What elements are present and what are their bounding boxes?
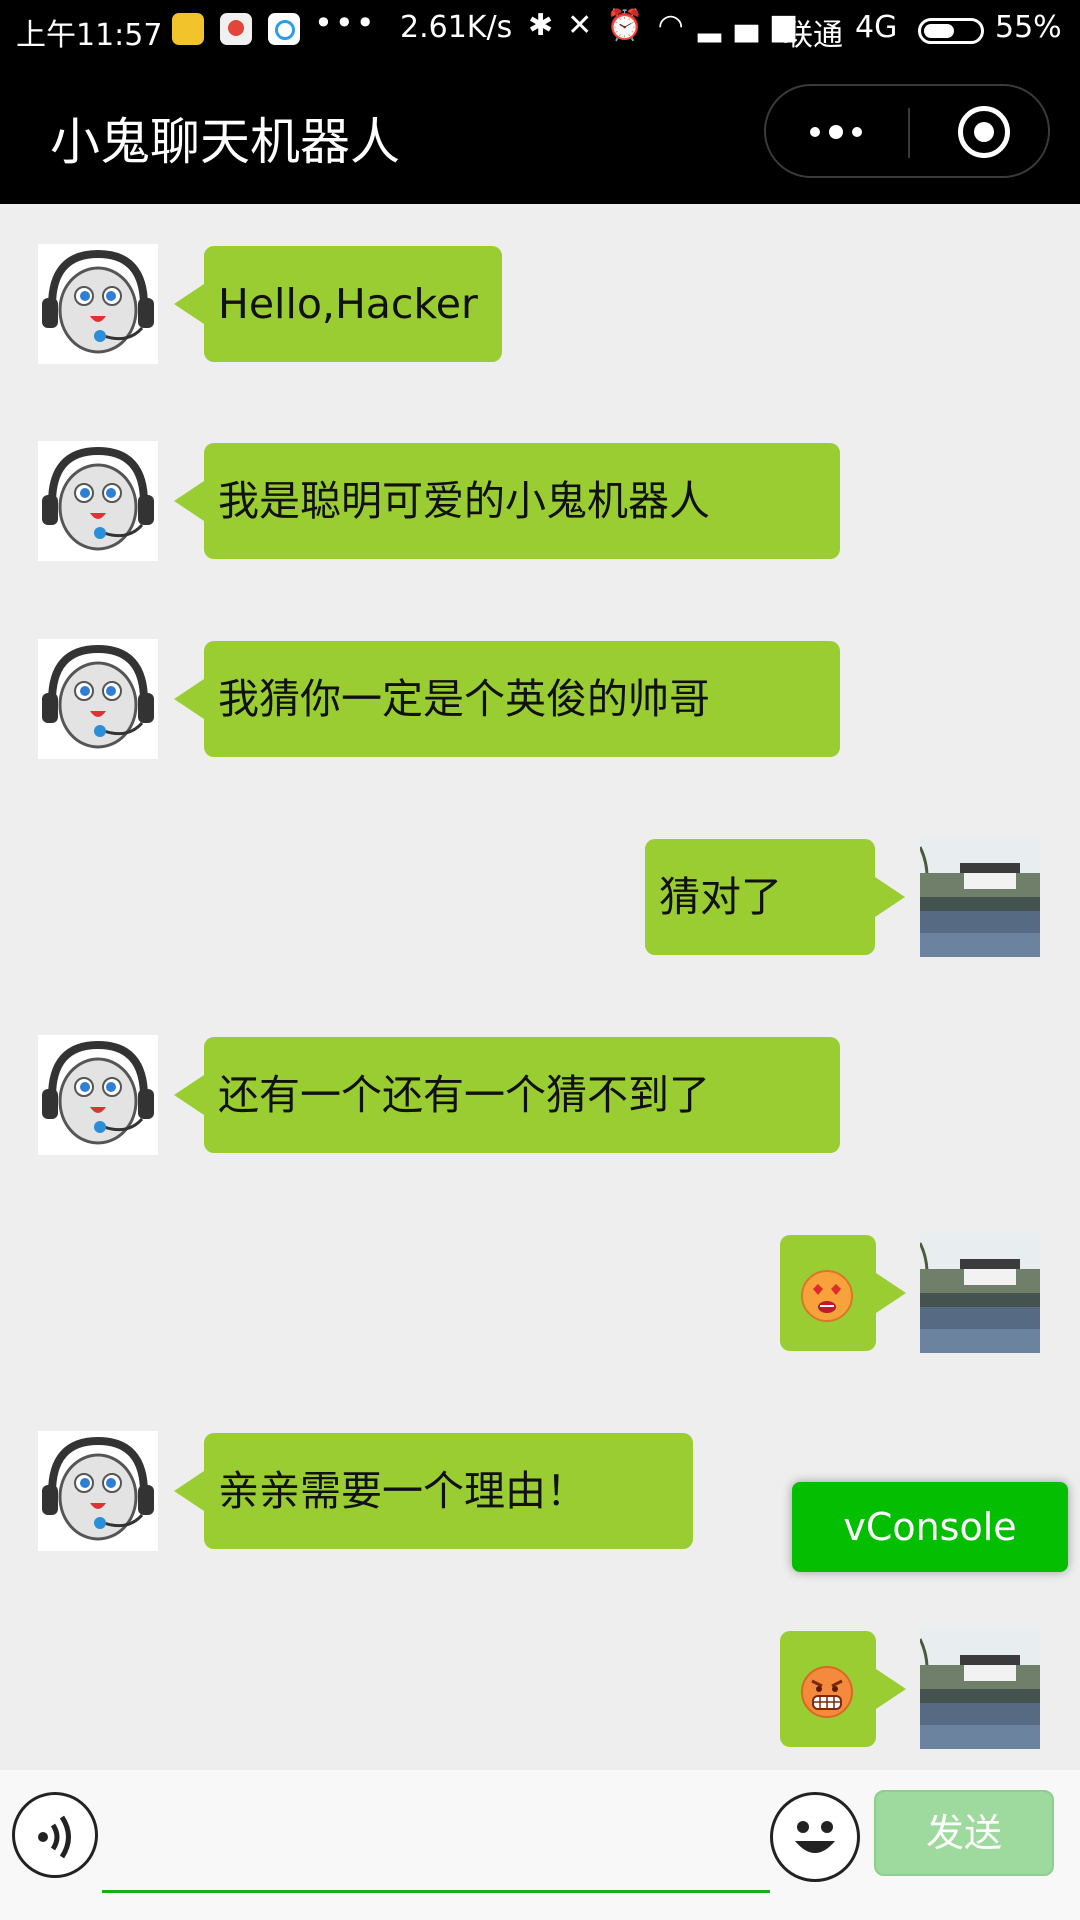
love-eyes-emoji-icon bbox=[801, 1270, 853, 1322]
message-row: 还有一个还有一个猜不到了 bbox=[0, 1035, 1080, 1155]
message-bubble[interactable]: 我是聪明可爱的小鬼机器人 bbox=[174, 443, 840, 559]
message-row: Hello,Hacker bbox=[0, 244, 1080, 364]
network-type: 4G bbox=[855, 10, 898, 45]
close-miniprogram-icon[interactable] bbox=[956, 104, 1012, 160]
message-bubble[interactable]: 我猜你一定是个英俊的帅哥 bbox=[174, 641, 840, 757]
miniprogram-capsule bbox=[764, 84, 1050, 178]
video-app-icon bbox=[220, 13, 252, 45]
robot-avatar[interactable] bbox=[38, 639, 158, 759]
message-input[interactable] bbox=[102, 1788, 774, 1860]
user-avatar[interactable] bbox=[920, 837, 1040, 957]
emoji-button[interactable] bbox=[770, 1792, 860, 1882]
robot-avatar[interactable] bbox=[38, 1431, 158, 1551]
robot-avatar[interactable] bbox=[38, 441, 158, 561]
robot-avatar[interactable] bbox=[38, 1035, 158, 1155]
input-bar: 发送 bbox=[0, 1770, 1080, 1920]
message-row: 我猜你一定是个英俊的帅哥 bbox=[0, 639, 1080, 759]
carrier-name: 联通 bbox=[783, 18, 843, 53]
angry-grin-emoji-icon bbox=[801, 1666, 853, 1718]
robot-avatar[interactable] bbox=[38, 244, 158, 364]
send-button[interactable]: 发送 bbox=[874, 1790, 1054, 1876]
voice-icon bbox=[38, 1815, 71, 1859]
wifi-icon: ◠ bbox=[657, 8, 698, 43]
network-speed: 2.61K/s bbox=[400, 10, 513, 45]
capsule-divider bbox=[908, 108, 910, 158]
sohu-news-app-icon bbox=[172, 13, 204, 45]
browser-app-icon bbox=[268, 13, 300, 45]
message-bubble[interactable]: Hello,Hacker bbox=[174, 246, 502, 362]
vconsole-button[interactable]: vConsole bbox=[792, 1482, 1068, 1572]
bluetooth-icon: ✱ bbox=[528, 8, 568, 43]
page-title: 小鬼聊天机器人 bbox=[50, 113, 400, 171]
message-bubble[interactable]: 还有一个还有一个猜不到了 bbox=[174, 1037, 840, 1153]
voice-input-button[interactable] bbox=[12, 1792, 98, 1878]
user-avatar[interactable] bbox=[920, 1629, 1040, 1749]
status-bar: 上午11:57 ••• 2.61K/s ✱✕⏰◠▂▄▆ 联通 4G 55% bbox=[0, 0, 1080, 62]
more-notifications-icon: ••• bbox=[314, 4, 377, 42]
message-bubble[interactable]: 猜对了 bbox=[645, 839, 905, 955]
message-bubble[interactable] bbox=[780, 1235, 906, 1351]
status-icons: ✱✕⏰◠▂▄▆ bbox=[528, 8, 809, 43]
user-avatar[interactable] bbox=[920, 1233, 1040, 1353]
status-time: 上午11:57 bbox=[16, 18, 163, 53]
alarm-icon: ⏰ bbox=[606, 8, 658, 43]
battery-percent: 55% bbox=[995, 10, 1062, 45]
message-bubble[interactable]: 亲亲需要一个理由！ bbox=[174, 1433, 693, 1549]
message-row: 猜对了 bbox=[0, 837, 1080, 957]
message-row bbox=[0, 1233, 1080, 1353]
more-options-icon[interactable] bbox=[804, 104, 874, 160]
battery-icon bbox=[918, 18, 984, 44]
smiley-icon bbox=[795, 1821, 835, 1853]
message-bubble[interactable] bbox=[780, 1631, 906, 1747]
input-underline bbox=[102, 1890, 770, 1893]
message-row: 我是聪明可爱的小鬼机器人 bbox=[0, 441, 1080, 561]
message-row bbox=[0, 1629, 1080, 1749]
nav-bar: 小鬼聊天机器人 bbox=[0, 62, 1080, 204]
mute-icon: ✕ bbox=[567, 8, 607, 43]
